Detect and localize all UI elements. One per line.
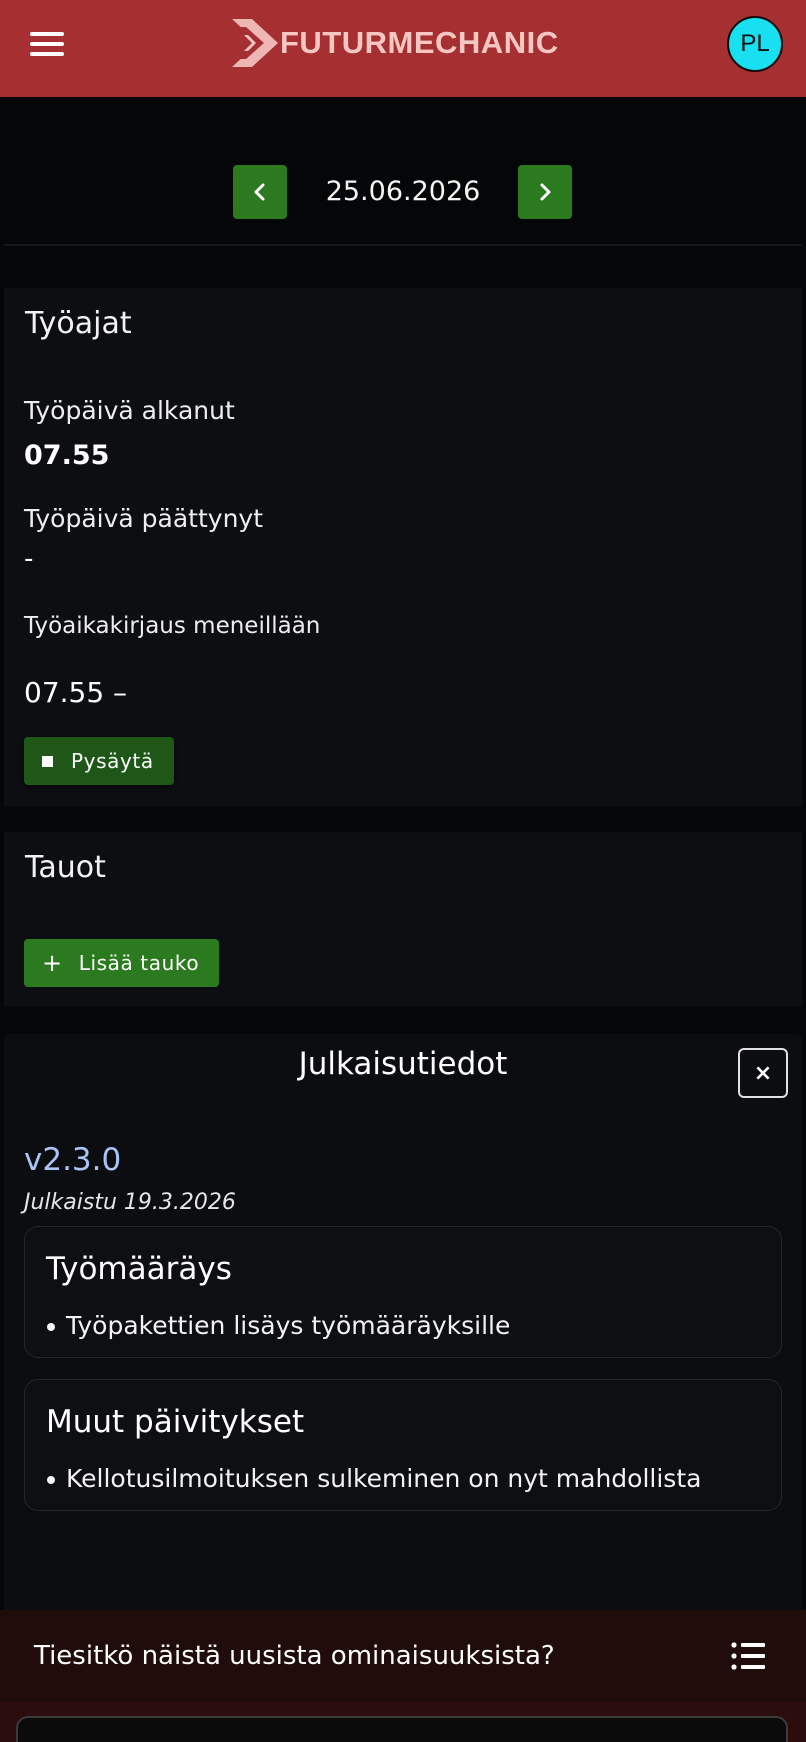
date-navigation: 25.06.2026 (0, 165, 806, 219)
features-banner[interactable]: Tiesitkö näistä uusista ominaisuuksista? (0, 1610, 806, 1702)
ongoing-time-range: 07.55 – (24, 676, 128, 709)
add-break-label: Lisää tauko (78, 951, 200, 975)
avatar[interactable]: PL (727, 16, 783, 72)
current-date[interactable]: 25.06.2026 (290, 165, 516, 219)
stop-button[interactable]: Pysäytä (24, 737, 174, 785)
started-label: Työpäivä alkanut (24, 396, 235, 425)
logo-mark-icon (232, 19, 278, 67)
breaks-card: Tauot + Lisää tauko (4, 832, 802, 1006)
stop-icon (42, 755, 53, 767)
release-section: Muut päivitykset Kellotusilmoituksen sul… (24, 1379, 782, 1511)
menu-icon[interactable] (28, 30, 68, 60)
plus-icon: + (42, 949, 63, 977)
section-item: Työpakettien lisäys työmääräyksille (46, 1311, 511, 1340)
banner-text: Tiesitkö näistä uusista ominaisuuksista? (34, 1641, 555, 1671)
close-icon: × (753, 1060, 773, 1086)
published-date: Julkaistu 19.3.2026 (24, 1190, 236, 1215)
started-value: 07.55 (24, 440, 110, 471)
app-header: FUTURMECHANIC PL (0, 0, 806, 97)
bottom-field[interactable] (16, 1716, 788, 1742)
ended-label: Työpäivä päättynyt (24, 504, 264, 533)
divider (4, 244, 802, 246)
logo-text: FUTURMECHANIC (280, 25, 559, 60)
chevron-right-icon (540, 183, 551, 201)
card-title: Tauot (25, 850, 106, 885)
previous-day-button[interactable] (233, 165, 287, 219)
ongoing-label: Työaikakirjaus meneillään (24, 613, 321, 639)
ended-value: - (24, 544, 34, 574)
section-heading: Muut päivitykset (46, 1404, 305, 1440)
section-heading: Työmääräys (46, 1251, 232, 1287)
version-label: v2.3.0 (24, 1142, 122, 1178)
logo[interactable]: FUTURMECHANIC (230, 16, 559, 70)
add-break-button[interactable]: + Lisää tauko (24, 939, 220, 987)
release-notes-title: Julkaisutiedot (298, 1046, 508, 1082)
work-times-card: Työajat Työpäivä alkanut 07.55 Työpäivä … (4, 288, 802, 806)
chevron-left-icon (254, 183, 265, 201)
section-item: Kellotusilmoituksen sulkeminen on nyt ma… (46, 1464, 702, 1493)
card-title: Työajat (25, 306, 132, 341)
stop-button-label: Pysäytä (71, 749, 154, 773)
next-day-button[interactable] (518, 165, 572, 219)
list-icon[interactable] (731, 1642, 765, 1670)
release-section: Työmääräys Työpakettien lisäys työmääräy… (24, 1226, 782, 1358)
close-button[interactable]: × (738, 1048, 788, 1098)
